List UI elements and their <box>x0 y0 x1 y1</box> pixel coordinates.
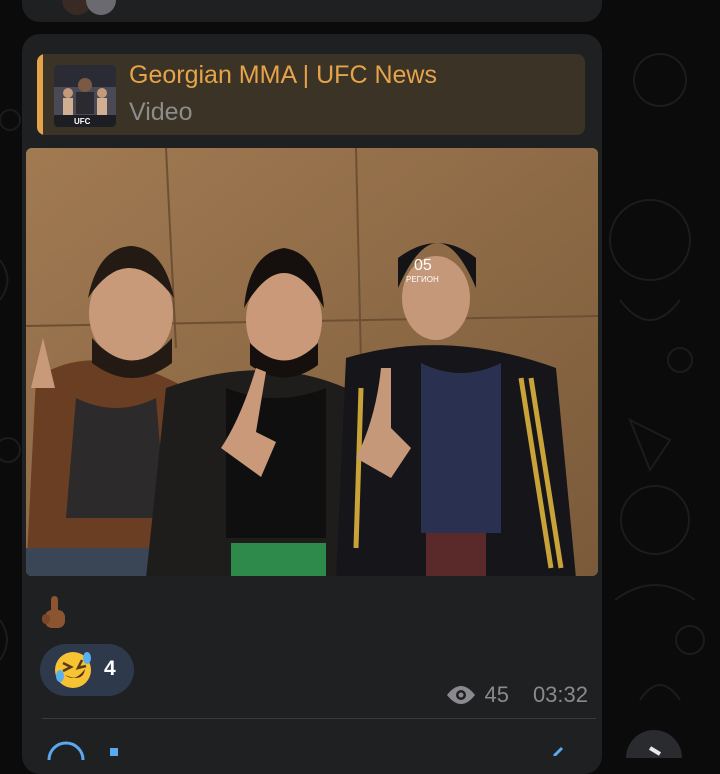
video-thumbnail[interactable]: 05 РЕГИОН <box>26 148 598 576</box>
rolling-on-floor-laughing-icon <box>55 652 91 688</box>
share-button[interactable] <box>624 728 684 758</box>
previous-message-bubble[interactable] <box>22 0 602 22</box>
channel-thumbnail: UFC <box>54 65 116 127</box>
divider <box>42 718 596 719</box>
media-type-label: Video <box>129 98 193 126</box>
comments-avatar-icon[interactable] <box>46 740 86 760</box>
forwarded-header[interactable]: UFC Georgian MMA | UFC News Video <box>37 54 585 135</box>
message-time: 03:32 <box>532 682 588 707</box>
comments-label-icon <box>110 748 118 756</box>
thumbnail-ufc-text: UFC <box>74 117 91 126</box>
view-count: 45 <box>484 682 509 707</box>
message-meta: 45 03:32 <box>446 682 588 708</box>
beanie-text-bottom: РЕГИОН <box>406 275 439 284</box>
avatar <box>86 0 116 15</box>
chevron-right-icon[interactable] <box>550 746 566 756</box>
message-bubble[interactable]: UFC Georgian MMA | UFC News Video 05 РЕГ… <box>22 34 602 774</box>
beanie-text-top: 05 <box>414 257 432 274</box>
forward-accent-bar <box>37 54 43 135</box>
reaction-count: 4 <box>104 657 116 680</box>
reaction-chip[interactable]: 4 <box>40 644 134 696</box>
index-pointing-up-emoji <box>42 596 65 628</box>
channel-name[interactable]: Georgian MMA | UFC News <box>129 61 437 90</box>
eye-icon <box>447 686 476 704</box>
